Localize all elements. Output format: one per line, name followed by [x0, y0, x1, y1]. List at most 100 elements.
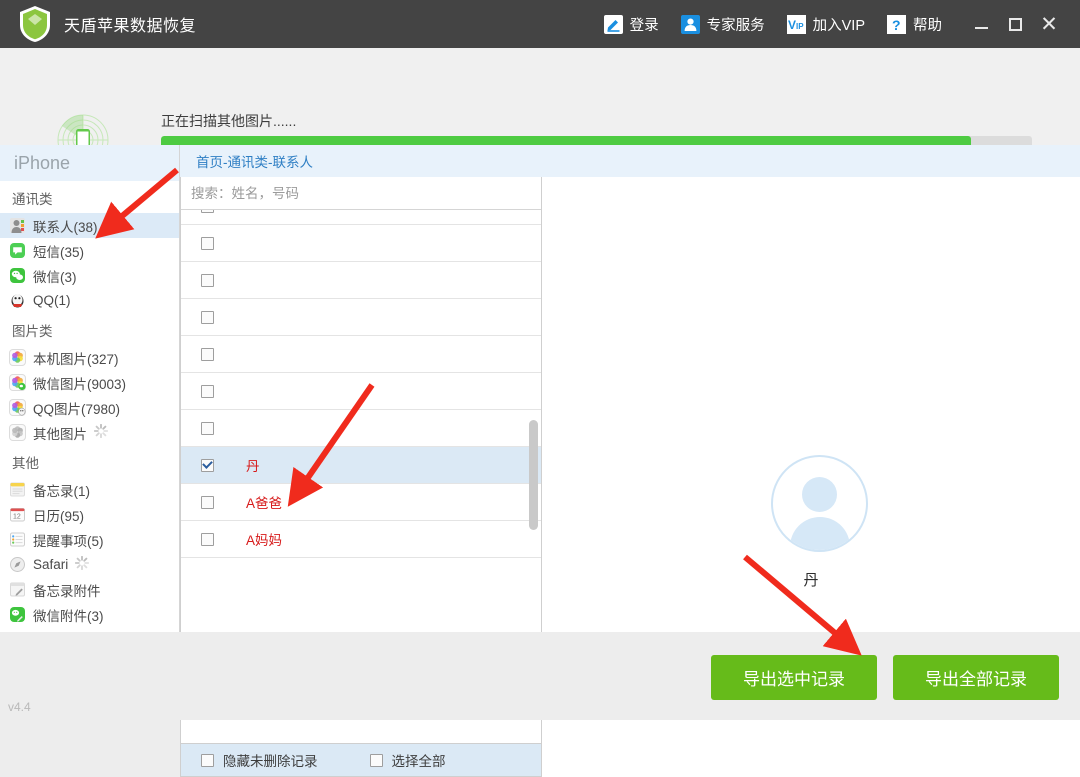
wechat-icon [9, 267, 33, 284]
expert-service-button[interactable]: 专家服务 [680, 14, 765, 35]
row-checkbox[interactable] [201, 495, 214, 509]
login-button[interactable]: 登录 [603, 14, 659, 35]
help-label: 帮助 [913, 17, 942, 34]
person-icon [680, 14, 700, 34]
table-row[interactable]: A爸爸 [181, 484, 541, 521]
scan-status-text: 正在扫描其他图片...... [161, 113, 297, 129]
sidebar-item-3-group-1[interactable]: 微信(3) [0, 263, 179, 288]
reminders-icon [9, 531, 33, 548]
sidebar-item-label: 其他图片 [33, 426, 87, 442]
sidebar-item-1-group-3[interactable]: 备忘录(1) [0, 477, 179, 502]
other-photos-icon [9, 424, 33, 441]
wechat-photos-icon [9, 374, 33, 391]
select-all-option[interactable]: 选择全部 [369, 750, 446, 770]
avatar-head [802, 477, 837, 512]
sidebar-section-title: 其他 [12, 456, 39, 471]
select-all-checkbox[interactable] [369, 753, 383, 767]
table-row[interactable] [181, 299, 541, 336]
window-controls: ✕ [964, 7, 1066, 41]
table-row[interactable] [181, 373, 541, 410]
expert-service-label: 专家服务 [706, 17, 765, 34]
sidebar-item-2-group-1[interactable]: 短信(35) [0, 238, 179, 263]
row-checkbox[interactable] [201, 347, 214, 361]
sidebar-item-label: 微信附件(3) [33, 608, 104, 624]
join-vip-button[interactable]: V IP 加入VIP [786, 14, 865, 35]
maximize-icon[interactable] [998, 7, 1032, 41]
help-button[interactable]: ? 帮助 [887, 14, 942, 35]
table-row[interactable] [181, 410, 541, 447]
scan-progress-area: 正在扫描其他图片...... 预计剩余时间: 00:00:15 已使用时间: 0… [0, 48, 1080, 183]
sidebar-item-6-group-3[interactable]: 微信附件(3) [0, 602, 179, 627]
table-row[interactable] [181, 336, 541, 373]
sidebar-item-label: Safari [33, 557, 69, 572]
table-row[interactable] [181, 210, 541, 225]
hide-undeleted-checkbox[interactable] [201, 753, 214, 767]
export-all-button[interactable]: 导出全部记录 [893, 655, 1059, 700]
sidebar-item-label: 备忘录附件 [33, 583, 101, 599]
safari-icon [9, 556, 33, 573]
hide-undeleted-option[interactable]: 隐藏未删除记录 [201, 750, 318, 770]
close-icon[interactable]: ✕ [1032, 7, 1066, 41]
question-icon: ? [887, 14, 906, 34]
sidebar-item-2-group-3[interactable]: 12 日历(95) [0, 502, 179, 527]
row-checkbox[interactable] [201, 384, 214, 398]
row-checkbox[interactable] [201, 458, 214, 472]
detail-contact-name: 丹 [803, 572, 819, 589]
list-footer: 隐藏未删除记录 选择全部 [181, 743, 541, 776]
sidebar-item-1-group-2[interactable]: 本机图片(327) [0, 345, 179, 370]
sidebar-section-title: 图片类 [12, 324, 53, 339]
sidebar: iPhone 通讯类 联系人(38) 短信(35) 微信(3) QQ(1) 图片类 本机图片… [0, 145, 180, 640]
row-checkbox[interactable] [201, 236, 214, 250]
calendar-icon: 12 [9, 506, 33, 523]
sidebar-item-4-group-3[interactable]: Safari [0, 552, 179, 577]
sidebar-item-3-group-2[interactable]: QQ图片(7980) [0, 395, 179, 420]
sms-icon [9, 242, 33, 259]
title-actions: 登录 专家服务 V IP 加入VIP ? 帮助 ✕ [603, 0, 1080, 48]
svg-text:IP: IP [796, 22, 804, 31]
notes-attachment-icon [9, 581, 33, 598]
version-label: v4.4 [8, 700, 31, 714]
notes-icon [9, 481, 33, 498]
sidebar-item-1-group-1[interactable]: 联系人(38) [0, 213, 179, 238]
search-input[interactable] [191, 185, 531, 201]
qq-icon [9, 292, 33, 309]
minimize-icon[interactable] [964, 7, 998, 41]
photos-icon [9, 349, 33, 366]
wechat-attachment-icon [9, 606, 33, 623]
bottom-action-bar: 导出选中记录 导出全部记录 [0, 632, 1080, 720]
sidebar-item-3-group-3[interactable]: 提醒事项(5) [0, 527, 179, 552]
sidebar-item-4-group-2[interactable]: 其他图片 [0, 420, 179, 445]
row-checkbox[interactable] [201, 532, 214, 546]
search-box[interactable] [181, 177, 541, 210]
loading-spinner-icon [87, 423, 109, 441]
sidebar-item-label: QQ(1) [33, 293, 71, 308]
svg-text:V: V [788, 18, 796, 32]
row-checkbox[interactable] [201, 210, 214, 213]
row-checkbox[interactable] [201, 421, 214, 435]
sidebar-item-label: 提醒事项(5) [33, 533, 104, 549]
table-row[interactable] [181, 262, 541, 299]
list-scrollbar-thumb[interactable] [529, 420, 538, 530]
svg-text:12: 12 [13, 514, 21, 521]
login-label: 登录 [629, 17, 659, 34]
avatar-placeholder-icon [771, 455, 868, 552]
join-vip-label: 加入VIP [812, 17, 865, 34]
sidebar-item-4-group-1[interactable]: QQ(1) [0, 288, 179, 313]
table-row[interactable]: 丹 [181, 447, 541, 484]
table-row[interactable]: A妈妈 [181, 521, 541, 558]
sidebar-section-title: 通讯类 [12, 192, 53, 207]
breadcrumb[interactable]: 首页-通讯类-联系人 [180, 145, 1080, 177]
vip-icon: V IP [786, 14, 806, 34]
hide-undeleted-label: 隐藏未删除记录 [223, 754, 318, 769]
sidebar-item-5-group-3[interactable]: 备忘录附件 [0, 577, 179, 602]
sidebar-item-label: QQ图片(7980) [33, 401, 121, 417]
contact-rows[interactable]: 丹 A爸爸 A妈妈 [181, 210, 541, 611]
loading-spinner-icon [68, 555, 90, 573]
row-checkbox[interactable] [201, 310, 214, 324]
row-contact-name: A爸爸 [246, 496, 283, 511]
export-selected-button[interactable]: 导出选中记录 [711, 655, 877, 700]
row-checkbox[interactable] [201, 273, 214, 287]
sidebar-item-2-group-2[interactable]: 微信图片(9003) [0, 370, 179, 395]
pencil-icon [603, 14, 623, 34]
table-row[interactable] [181, 225, 541, 262]
